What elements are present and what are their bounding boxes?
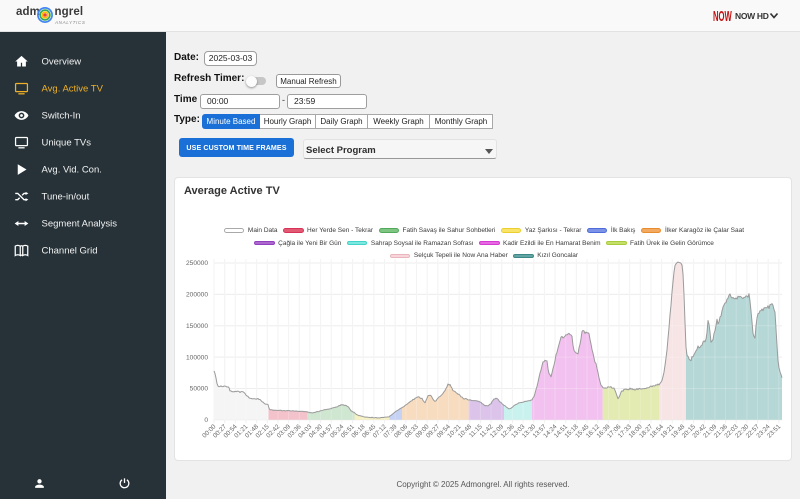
svg-text:100000: 100000 [186,354,208,361]
svg-text:0: 0 [204,417,208,424]
svg-text:150000: 150000 [186,323,208,330]
svg-text:250000: 250000 [186,260,208,267]
svg-text:50000: 50000 [190,386,209,393]
svg-text:200000: 200000 [186,292,208,299]
